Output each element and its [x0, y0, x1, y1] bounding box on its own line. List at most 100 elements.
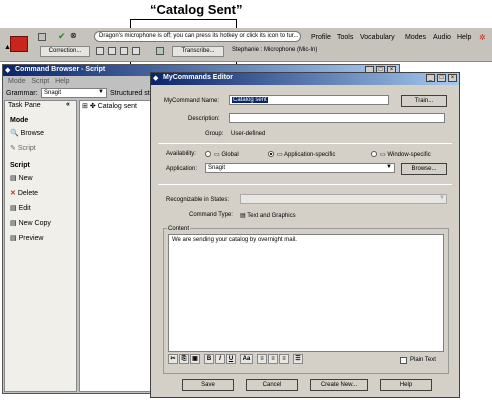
states-select [240, 194, 447, 204]
copy-format-icon[interactable]: ⎘ [179, 354, 189, 364]
create-new-button[interactable]: Create New... [310, 379, 368, 391]
menu-tools[interactable]: Tools [337, 34, 353, 41]
states-label: Recognizable in States: [166, 197, 230, 203]
delete-item[interactable]: ✕ Delete [10, 189, 38, 197]
menu-help[interactable]: Help [457, 34, 471, 41]
menu-modes[interactable]: Modes [405, 34, 426, 41]
callout-line-top [130, 19, 236, 20]
play-icon[interactable] [96, 47, 104, 55]
cb-menubar: Mode Script Help [8, 78, 70, 85]
radio-global[interactable] [205, 151, 211, 157]
delete-icon: ✕ [10, 190, 16, 197]
new-copy-item[interactable]: ▤ New Copy [10, 219, 51, 227]
application-label: Application: [166, 166, 198, 172]
editor-minimize-icon[interactable]: _ [426, 74, 435, 82]
user-profile-label[interactable]: Stephanie : Microphone (Mic-In) [232, 47, 317, 53]
application-select[interactable]: Snagit [205, 163, 395, 173]
separator [158, 143, 452, 144]
command-type-value: ▤ Text and Graphics [240, 213, 296, 219]
help-button[interactable]: Help [380, 379, 432, 391]
edit-icon: ▤ [10, 205, 17, 212]
bullets-icon[interactable]: ☰ [293, 354, 303, 364]
text-graphics-icon: ▤ [240, 213, 246, 219]
cb-menu-script[interactable]: Script [31, 78, 49, 85]
script-mode-item[interactable]: ✎ Script [10, 144, 36, 152]
structured-state-label: Structured stat [110, 90, 156, 97]
callout-title: “Catalog Sent” [150, 2, 243, 17]
star-icon[interactable]: ✲ [479, 33, 486, 42]
description-field[interactable] [229, 113, 445, 123]
expand-icon: ⊞ [82, 103, 88, 110]
checkmark-icon[interactable]: ✔ [58, 31, 66, 42]
global-option-label: ▭ Global [214, 152, 239, 158]
command-tree [79, 100, 159, 392]
availability-label: Availability: [166, 151, 196, 157]
microphone-icon[interactable] [38, 33, 46, 41]
chevron-down-icon[interactable]: ▼ [98, 89, 104, 95]
align-right-icon[interactable]: ≡ [279, 354, 289, 364]
align-left-icon[interactable]: ≡ [257, 354, 267, 364]
group-label: Group: [205, 131, 224, 137]
new-icon: ▤ [10, 175, 17, 182]
window-specific-label: ▭ Window-specific [380, 152, 431, 158]
tree-item[interactable]: ⊞ ✤ Catalog sent [82, 102, 137, 110]
browse-button[interactable]: Browse... [401, 163, 447, 175]
paste-icon[interactable]: ▣ [190, 354, 200, 364]
plain-text-checkbox[interactable] [400, 357, 407, 364]
mode-heading: Mode [10, 117, 29, 124]
cut-icon[interactable]: ✂ [168, 354, 178, 364]
script-heading: Script [10, 162, 30, 169]
menu-vocabulary[interactable]: Vocabulary [360, 34, 395, 41]
copy-icon: ▤ [10, 220, 17, 227]
menu-audio[interactable]: Audio [433, 34, 451, 41]
font-button[interactable]: Aa [240, 354, 253, 364]
cb-menu-help[interactable]: Help [55, 78, 69, 85]
rewind-icon[interactable] [132, 47, 140, 55]
cancel-button[interactable]: Cancel [246, 379, 298, 391]
application-specific-label: ▭ Application-specific [277, 152, 336, 158]
editor-app-icon: ◆ [153, 75, 159, 82]
browse-icon: 🔍 [10, 130, 19, 137]
new-item[interactable]: ▤ New [10, 174, 33, 182]
editor-title: MyCommands Editor [151, 73, 459, 85]
application-dropdown-icon[interactable]: ▼ [386, 164, 392, 170]
edit-item[interactable]: ▤ Edit [10, 204, 31, 212]
preview-icon: ▤ [10, 235, 17, 242]
group-value: User-defined [231, 131, 266, 137]
dragon-logo-icon[interactable] [10, 36, 28, 52]
save-button[interactable]: Save [182, 379, 234, 391]
separator-2 [158, 184, 452, 185]
content-editor[interactable]: We are sending your catalog by overnight… [168, 234, 444, 352]
stop-icon[interactable] [108, 47, 116, 55]
transcribe-button[interactable]: Transcribe... [172, 46, 224, 57]
editor-maximize-icon[interactable]: □ [437, 74, 446, 82]
name-field[interactable]: Catalog sent [229, 95, 389, 105]
record-icon[interactable] [120, 47, 128, 55]
command-icon: ✤ [89, 103, 96, 110]
dictation-box-icon[interactable] [156, 47, 164, 55]
correction-button[interactable]: Correction... [40, 46, 90, 57]
up-arrow-icon[interactable]: ▲ [4, 44, 11, 51]
train-button[interactable]: Train... [401, 95, 447, 107]
command-type-label: Command Type: [189, 212, 233, 218]
collapse-icon[interactable]: « [66, 101, 70, 108]
description-label: Description: [188, 116, 220, 122]
editor-close-icon[interactable]: × [448, 74, 457, 82]
content-label: Content [167, 226, 191, 232]
radio-window-specific[interactable] [371, 151, 377, 157]
task-pane-title: Task Pane [8, 102, 41, 109]
underline-button[interactable]: U [226, 354, 236, 364]
browse-item[interactable]: 🔍 Browse [10, 129, 44, 137]
align-center-icon[interactable]: ≡ [268, 354, 278, 364]
cb-menu-mode[interactable]: Mode [8, 78, 26, 85]
italic-button[interactable]: I [215, 354, 225, 364]
close-circle-icon[interactable]: ⊗ [70, 31, 77, 40]
message-box: Dragon's microphone is off; you can pres… [94, 31, 301, 42]
radio-application-specific[interactable] [268, 151, 274, 157]
menu-profile[interactable]: Profile [311, 34, 331, 41]
preview-item[interactable]: ▤ Preview [10, 234, 43, 242]
bold-button[interactable]: B [204, 354, 214, 364]
script-icon: ✎ [10, 145, 16, 152]
grammar-label: Grammar: [6, 90, 38, 97]
name-label: MyCommand Name: [164, 98, 220, 104]
